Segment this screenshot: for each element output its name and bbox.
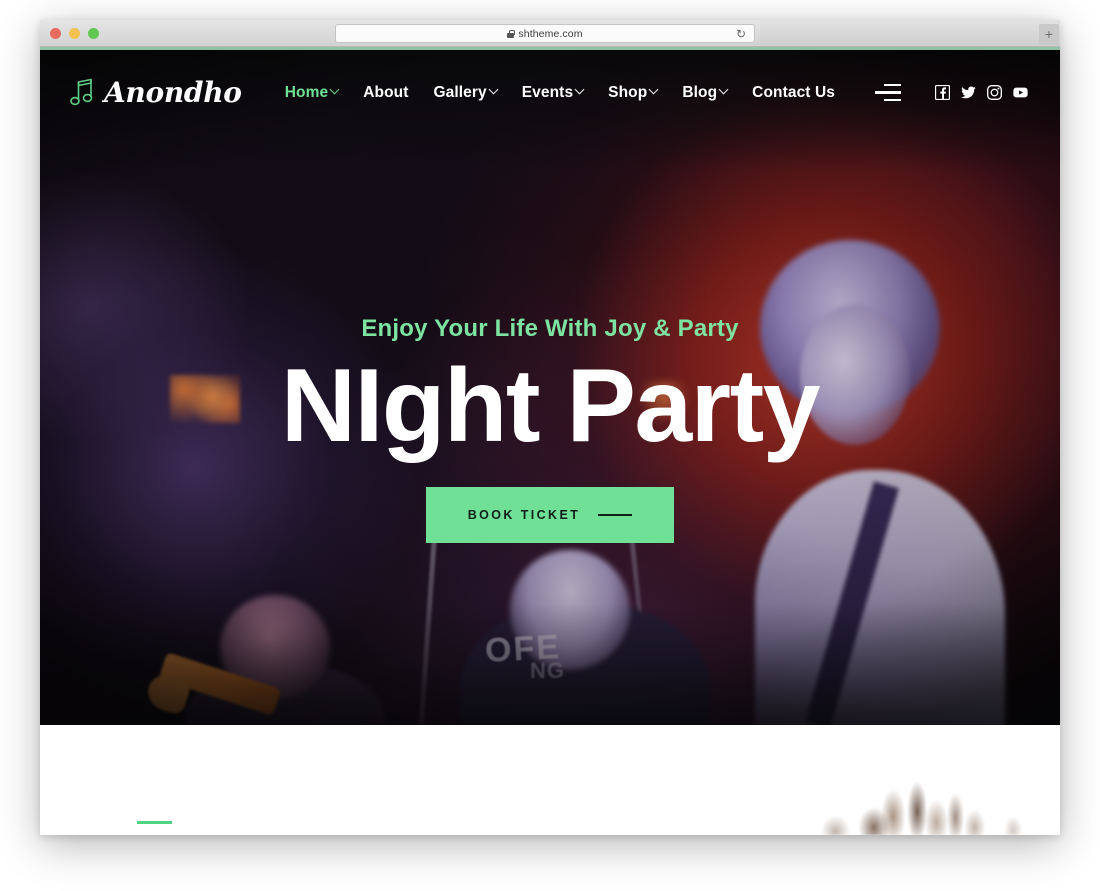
chevron-down-icon	[648, 84, 659, 95]
site-header: Anondho Home About Gallery Events Shop B…	[40, 50, 1060, 135]
nav-item-home-label: Home	[284, 83, 329, 101]
smoke-decoration	[802, 773, 1042, 835]
tab-strip: +	[760, 20, 1060, 46]
close-window-button[interactable]	[50, 27, 61, 39]
nav-item-contact-us[interactable]: Contact Us	[752, 84, 835, 102]
hero-section: OFE NG Anondho	[40, 50, 1060, 725]
address-bar[interactable]: shtheme.com ↻	[335, 24, 755, 43]
window-traffic-lights	[40, 27, 99, 39]
chevron-down-icon	[488, 84, 499, 95]
arrow-dash-icon	[598, 514, 633, 517]
page-viewport: OFE NG Anondho	[40, 50, 1060, 835]
address-bar-url: shtheme.com	[518, 27, 583, 40]
browser-window: shtheme.com ↻ + OFE NG	[40, 20, 1060, 835]
nav-item-shop[interactable]: Shop	[608, 83, 659, 102]
maximize-window-button[interactable]	[88, 27, 99, 39]
hamburger-bar-bottom	[884, 98, 901, 102]
hero-title: NIght Party	[280, 348, 821, 464]
nav-item-blog-label: Blog	[682, 83, 718, 101]
lock-icon	[507, 29, 515, 38]
instagram-icon[interactable]	[987, 85, 1002, 100]
nav-item-about[interactable]: About	[363, 84, 408, 102]
hero-subtitle: Enjoy Your Life With Joy & Party	[361, 315, 739, 342]
youtube-icon[interactable]	[1013, 85, 1028, 100]
nav-item-blog[interactable]: Blog	[682, 83, 729, 102]
nav-item-about-label: About	[363, 83, 409, 101]
nav-item-gallery[interactable]: Gallery	[433, 83, 499, 102]
minimize-window-button[interactable]	[69, 27, 80, 39]
chevron-down-icon	[574, 84, 585, 95]
header-right-group	[875, 83, 1028, 102]
nav-item-home[interactable]: Home	[284, 83, 340, 102]
nav-item-shop-label: Shop	[608, 83, 648, 101]
browser-chrome-bar: shtheme.com ↻ +	[40, 20, 1060, 47]
facebook-icon[interactable]	[935, 85, 950, 100]
site-logo-text: Anondho	[104, 76, 242, 109]
music-note-icon	[70, 78, 93, 105]
social-links	[935, 85, 1028, 100]
nav-item-gallery-label: Gallery	[433, 83, 487, 101]
main-navigation: Home About Gallery Events Shop Blog Cont…	[285, 84, 835, 102]
nav-item-events[interactable]: Events	[521, 83, 585, 102]
hamburger-bar-top	[884, 83, 901, 87]
reload-icon[interactable]: ↻	[736, 28, 746, 41]
chevron-down-icon	[329, 84, 340, 95]
hamburger-bar-middle	[875, 91, 901, 94]
chevron-down-icon	[718, 84, 729, 95]
book-ticket-button-label: BOOK TICKET	[467, 508, 581, 523]
nav-item-events-label: Events	[521, 83, 574, 101]
new-tab-button[interactable]: +	[1039, 24, 1059, 45]
site-logo[interactable]: Anondho	[70, 76, 242, 109]
hamburger-menu-icon[interactable]	[875, 83, 901, 102]
section-accent-rule	[137, 821, 172, 824]
hero-content: Enjoy Your Life With Joy & Party NIght P…	[40, 315, 1060, 544]
below-hero-section	[40, 725, 1060, 835]
nav-item-contact-us-label: Contact Us	[752, 83, 835, 101]
twitter-icon[interactable]	[961, 85, 976, 100]
book-ticket-button[interactable]: BOOK TICKET	[425, 487, 675, 544]
